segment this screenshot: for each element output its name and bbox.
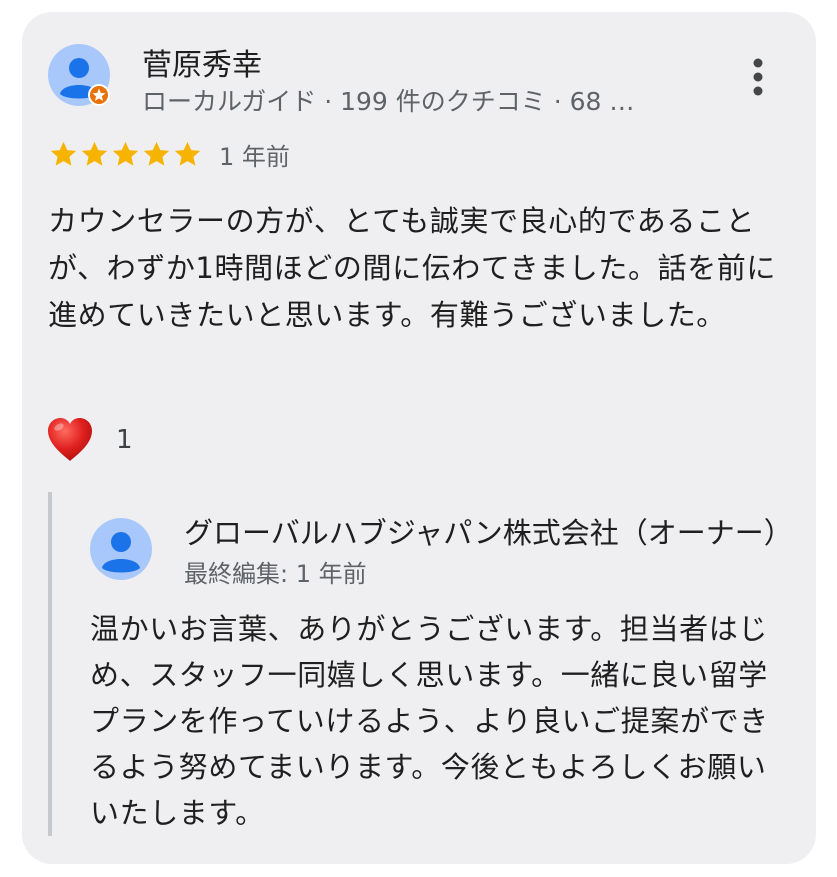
more-options-button[interactable] xyxy=(740,52,776,102)
star-icon xyxy=(112,141,139,166)
star-rating xyxy=(48,139,203,170)
reviewer-name[interactable]: 菅原秀幸 xyxy=(142,40,262,84)
reaction-button[interactable]: 1 xyxy=(44,412,133,468)
star-icon xyxy=(81,141,108,166)
review-text: カウンセラーの方が、とても誠実で良心的であることが、わずか1時間ほどの間に伝わて… xyxy=(48,204,777,332)
owner-name[interactable]: グローバルハブジャパン株式会社（オーナー） xyxy=(184,510,793,552)
review-card: 菅原秀幸 ローカルガイド · 199 件のクチコミ · 68 … 1 年前 カウ… xyxy=(22,12,816,864)
owner-reply-meta: 最終編集: 1 年前 xyxy=(184,560,367,588)
review-time: 1 年前 xyxy=(219,142,290,171)
owner-avatar[interactable] xyxy=(90,518,152,580)
local-guide-avatar-icon xyxy=(48,44,110,106)
owner-reply-text: 温かいお言葉、ありがとうございます。担当者はじめ、スタッフ一同嬉しく思います。一… xyxy=(90,612,769,830)
more-vert-icon xyxy=(753,58,763,96)
owner-avatar-icon xyxy=(90,518,152,580)
star-icon xyxy=(50,141,77,166)
heart-icon xyxy=(48,418,92,461)
reviewer-avatar[interactable] xyxy=(48,44,110,106)
reviewer-meta[interactable]: ローカルガイド · 199 件のクチコミ · 68 … xyxy=(142,82,634,118)
reaction-count: 1 xyxy=(116,425,133,455)
reply-divider xyxy=(48,492,52,836)
star-icon xyxy=(143,141,170,166)
local-guide-badge-icon xyxy=(88,84,110,106)
rating-row: 1 年前 xyxy=(48,138,290,171)
star-icon xyxy=(174,141,201,166)
